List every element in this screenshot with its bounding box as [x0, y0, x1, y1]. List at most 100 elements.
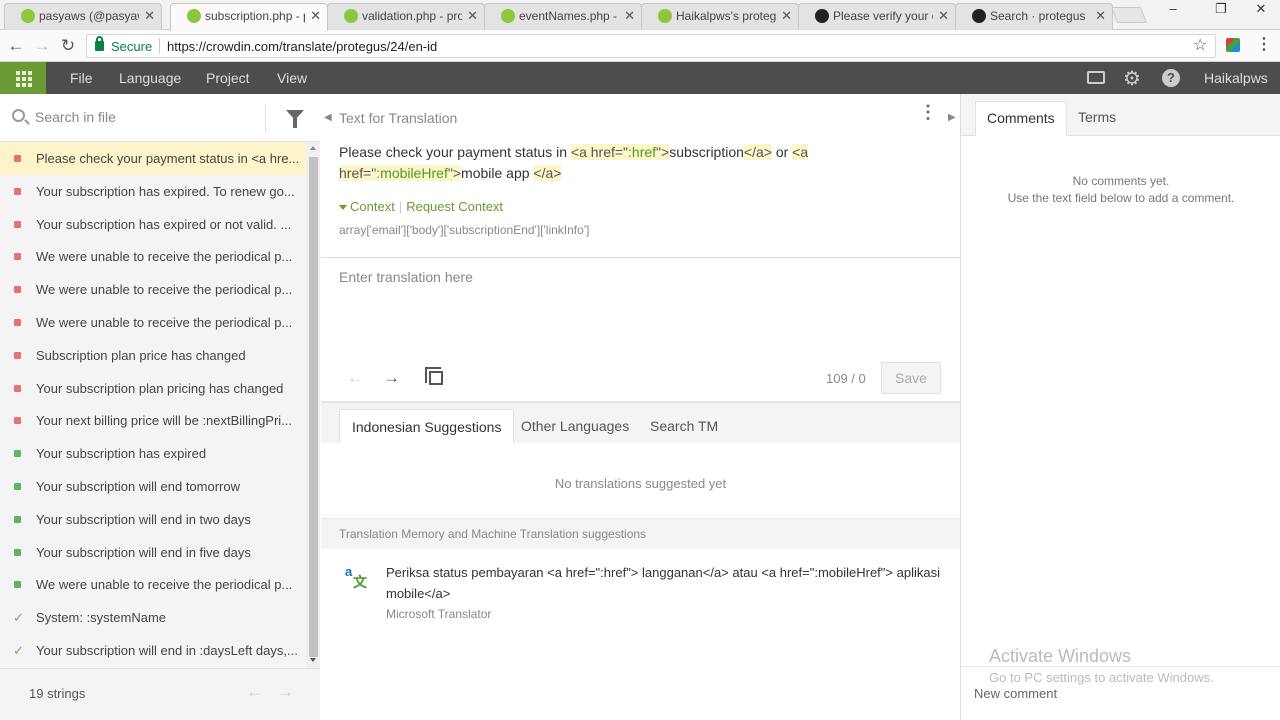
close-tab-icon[interactable]: ✕ [144, 4, 155, 28]
source-text-segment: subscription [669, 144, 744, 160]
browser-tab[interactable]: Haikalpws's protegu ✕ [641, 3, 799, 30]
menu-file[interactable]: File [70, 70, 93, 86]
close-tab-icon[interactable]: ✕ [781, 4, 792, 28]
source-heading: Text for Translation [339, 110, 458, 126]
approved-check-icon: ✓ [13, 610, 24, 626]
scrollbar-thumb[interactable] [309, 157, 318, 657]
browser-tab[interactable]: validation.php - pro ✕ [327, 3, 485, 30]
untranslated-status-icon [14, 187, 21, 195]
browser-tab[interactable]: pasyaws (@pasyaws ✕ [4, 3, 162, 30]
string-list-item[interactable]: Your subscription plan pricing has chang… [0, 372, 306, 405]
more-options-icon[interactable]: ⋮ [919, 103, 937, 121]
tab-title: Please verify your e [833, 9, 933, 23]
string-list-item[interactable]: Please check your payment status in <a h… [0, 142, 306, 175]
browser-tab[interactable]: eventNames.php - p ✕ [484, 3, 642, 30]
string-list-item[interactable]: We were unable to receive the periodical… [0, 273, 306, 306]
apps-grid-icon[interactable] [0, 62, 46, 94]
untranslated-status-icon [14, 417, 21, 425]
string-text: Your subscription has expired [36, 446, 207, 462]
extension-icon[interactable] [1226, 38, 1240, 52]
mt-suggestion[interactable]: Periksa status pembayaran <a href=":href… [386, 562, 946, 604]
github-icon [815, 9, 829, 23]
menu-project[interactable]: Project [206, 70, 250, 86]
caret-down-icon [339, 205, 347, 211]
copy-source-icon[interactable] [425, 367, 443, 385]
back-icon[interactable]: ← [5, 35, 27, 57]
next-string-icon[interactable]: → [383, 368, 400, 388]
scroll-down-icon[interactable] [310, 658, 316, 662]
github-icon [972, 9, 986, 23]
collapse-right-icon[interactable]: ▶ [948, 112, 956, 123]
menu-view[interactable]: View [277, 70, 307, 86]
tab-comments[interactable]: Comments [975, 101, 1067, 136]
scroll-up-icon[interactable] [310, 146, 316, 150]
close-tab-icon[interactable]: ✕ [624, 4, 635, 28]
browser-tab-strip: pasyaws (@pasyaws✕subscription.php - p✕v… [0, 0, 1280, 31]
string-text: Your subscription will end in five days [36, 544, 251, 560]
url-text[interactable]: https://crowdin.com/translate/protegus/2… [167, 39, 437, 54]
browser-tab[interactable]: Search · protegus ✕ [955, 3, 1113, 30]
tab-title: pasyaws (@pasyaws [39, 9, 139, 23]
browser-tab[interactable]: subscription.php - p ✕ [170, 3, 328, 31]
tab-search-tm[interactable]: Search TM [638, 409, 730, 443]
close-tab-icon[interactable]: ✕ [938, 4, 949, 28]
help-icon[interactable]: ? [1162, 69, 1180, 87]
search-input[interactable] [35, 106, 255, 128]
string-list-item[interactable]: We were unable to receive the periodical… [0, 240, 306, 273]
suggestion-tabs: Indonesian Suggestions Other Languages S… [321, 403, 960, 443]
url-input[interactable]: Secure https://crowdin.com/translate/pro… [86, 34, 1216, 58]
browser-menu-icon[interactable]: ⋮ [1256, 34, 1272, 54]
tab-terms[interactable]: Terms [1067, 101, 1127, 136]
keyboard-icon[interactable] [1087, 71, 1105, 84]
close-tab-icon[interactable]: ✕ [467, 4, 478, 28]
previous-string-icon[interactable]: ← [347, 368, 364, 388]
new-comment-input[interactable] [974, 686, 1264, 701]
string-text: We were unable to receive the periodical… [36, 249, 293, 265]
new-tab-button[interactable] [1111, 7, 1147, 23]
forward-icon[interactable]: → [31, 35, 53, 57]
browser-tab[interactable]: Please verify your e ✕ [798, 3, 956, 30]
translation-input[interactable] [339, 269, 939, 349]
tab-indonesian-suggestions[interactable]: Indonesian Suggestions [339, 409, 515, 443]
collapse-left-icon[interactable]: ◀ [324, 112, 332, 123]
reload-icon[interactable]: ↻ [57, 35, 79, 57]
close-window-button[interactable]: ✕ [1246, 0, 1276, 20]
string-list-item[interactable]: Your subscription has expired. To renew … [0, 175, 306, 208]
untranslated-status-icon [14, 155, 21, 162]
maximize-button[interactable]: ❐ [1206, 0, 1236, 20]
save-button[interactable]: Save [881, 362, 941, 394]
string-list-item[interactable]: Subscription plan price has changed [0, 339, 306, 372]
string-list-item[interactable]: Your subscription will end in two days [0, 503, 306, 536]
string-list-item[interactable]: ✓ System: :systemName [0, 601, 306, 634]
context-key: array['email']['body']['subscriptionEnd'… [339, 223, 590, 237]
strings-footer: 19 strings ← → [0, 668, 320, 720]
untranslated-status-icon [14, 351, 21, 359]
bookmark-star-icon[interactable]: ☆ [1193, 35, 1207, 55]
filter-icon[interactable] [286, 110, 304, 128]
request-context-link[interactable]: Request Context [406, 199, 503, 214]
string-list-item[interactable]: Your subscription has expired [0, 437, 306, 470]
string-list-item[interactable]: ✓ Your subscription will end in :daysLeft… [0, 634, 306, 667]
string-list-item[interactable]: We were unable to receive the periodical… [0, 306, 306, 339]
close-tab-icon[interactable]: ✕ [310, 4, 321, 28]
tab-other-languages[interactable]: Other Languages [509, 409, 641, 443]
prev-page-icon[interactable]: ← [246, 682, 263, 702]
string-list-item[interactable]: Your subscription will end tomorrow [0, 470, 306, 503]
string-list-item[interactable]: Your next billing price will be :nextBil… [0, 404, 306, 437]
menu-language[interactable]: Language [119, 70, 181, 86]
minimize-button[interactable]: – [1158, 0, 1188, 20]
string-text: Subscription plan price has changed [36, 347, 246, 363]
gear-icon[interactable]: ⚙ [1123, 66, 1141, 91]
translated-status-icon [14, 548, 21, 556]
string-list-item[interactable]: We were unable to receive the periodical… [0, 568, 306, 601]
no-suggestions-message: No translations suggested yet [554, 476, 727, 491]
close-tab-icon[interactable]: ✕ [1095, 4, 1106, 28]
next-page-icon[interactable]: → [277, 682, 294, 702]
string-text: System: :systemName [36, 610, 167, 626]
tm-heading-bar: Translation Memory and Machine Translati… [321, 519, 960, 549]
username[interactable]: Haikalpws [1204, 70, 1268, 86]
string-list-item[interactable]: Your subscription will end in five days [0, 536, 306, 569]
html-tag: </a> [533, 165, 562, 181]
context-toggle[interactable]: Context [350, 199, 395, 214]
string-list-item[interactable]: Your subscription has expired or not val… [0, 208, 306, 241]
